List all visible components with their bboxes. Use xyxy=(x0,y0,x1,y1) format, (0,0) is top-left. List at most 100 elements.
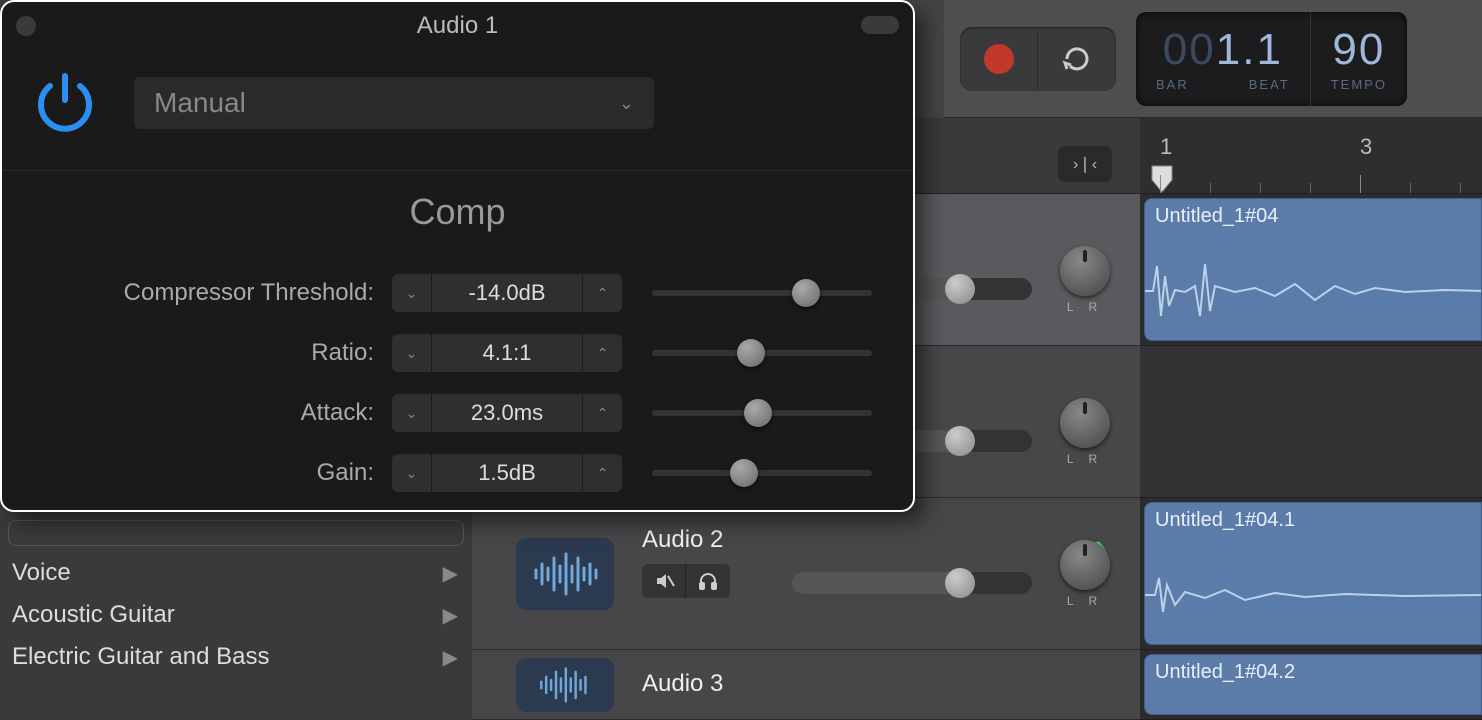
power-icon xyxy=(30,68,100,138)
library-item-acoustic-guitar[interactable]: Acoustic Guitar ▶ xyxy=(0,594,472,636)
pan-label: L R xyxy=(1054,300,1116,314)
plugin-title: Audio 1 xyxy=(2,12,913,40)
arrange-area[interactable]: 1 3 Untitled_1#04 Untitled_1#04.1 xyxy=(1140,118,1482,720)
ruler-mark: 1 xyxy=(1160,134,1172,160)
param-slider[interactable] xyxy=(652,455,872,491)
mute-button[interactable] xyxy=(642,564,686,598)
lcd-tempo[interactable]: 90 TEMPO xyxy=(1310,12,1407,106)
param-value[interactable]: -14.0dB xyxy=(432,274,582,312)
transport-bar: 001.1 BAR BEAT 90 TEMPO xyxy=(944,0,1482,118)
cycle-button[interactable] xyxy=(1038,27,1116,91)
plugin-toolbar: Manual ⌄ xyxy=(2,46,913,171)
pan-knob[interactable]: L R xyxy=(1054,398,1116,476)
chevron-down-icon: ⌄ xyxy=(406,285,418,302)
preset-label: Manual xyxy=(154,87,246,119)
plugin-power-button[interactable] xyxy=(26,64,104,142)
param-stepper[interactable]: ⌄ 23.0ms ⌃ xyxy=(392,394,622,432)
library-item-voice[interactable]: Voice ▶ xyxy=(0,552,472,594)
track-row-audio3[interactable]: Audio 3 xyxy=(472,650,1140,720)
preset-dropdown[interactable]: Manual ⌄ xyxy=(134,77,654,129)
stepper-up-button[interactable]: ⌃ xyxy=(582,334,622,372)
param-value[interactable]: 1.5dB xyxy=(432,454,582,492)
stepper-down-button[interactable]: ⌄ xyxy=(392,334,432,372)
mute-icon xyxy=(653,570,675,592)
chevron-down-icon: ⌄ xyxy=(406,345,418,362)
window-size-toggle[interactable] xyxy=(861,16,899,34)
waveform-icon xyxy=(535,667,595,703)
stepper-up-button[interactable]: ⌃ xyxy=(582,454,622,492)
plugin-titlebar[interactable]: Audio 1 xyxy=(2,2,913,46)
param-value[interactable]: 4.1:1 xyxy=(432,334,582,372)
chevron-right-icon: ▶ xyxy=(443,645,458,670)
track-name-label: Audio 2 xyxy=(642,526,723,554)
playhead-icon[interactable] xyxy=(1150,164,1174,194)
library-item-label: Voice xyxy=(12,559,71,587)
lcd-bar[interactable]: 001.1 BAR BEAT xyxy=(1136,12,1310,106)
audio-region[interactable]: Untitled_1#04.1 xyxy=(1144,502,1482,645)
waveform-icon xyxy=(530,552,600,596)
library-search-box[interactable] xyxy=(8,520,464,546)
chevron-down-icon: ⌄ xyxy=(406,405,418,422)
timeline-ruler[interactable]: 1 3 xyxy=(1140,118,1482,194)
audio-region[interactable]: Untitled_1#04 xyxy=(1144,198,1482,341)
chevron-up-icon: ⌃ xyxy=(597,285,609,302)
param-label: Gain: xyxy=(32,459,392,487)
region-waveform-icon xyxy=(1145,256,1482,326)
chevron-right-icon: ▶ xyxy=(443,603,458,628)
cycle-icon xyxy=(1059,41,1095,77)
region-lane[interactable] xyxy=(1140,346,1482,498)
volume-slider[interactable] xyxy=(792,572,1032,594)
chevron-up-icon: ⌃ xyxy=(597,405,609,422)
chevron-down-icon: ⌄ xyxy=(406,465,418,482)
audio-region[interactable]: Untitled_1#04.2 xyxy=(1144,654,1482,715)
lcd-bar-label: BAR xyxy=(1156,77,1189,92)
stepper-down-button[interactable]: ⌄ xyxy=(392,274,432,312)
plugin-window[interactable]: Audio 1 Manual ⌄ Comp Compressor Thresho… xyxy=(0,0,915,512)
track-icon[interactable] xyxy=(516,658,614,712)
param-row: Compressor Threshold:⌄-14.0dB⌃ xyxy=(32,263,883,323)
param-row: Gain: ⌄ 1.5dB⌃ xyxy=(32,443,883,503)
param-slider[interactable] xyxy=(652,335,872,371)
solo-button[interactable] xyxy=(686,564,730,598)
pan-label: L R xyxy=(1054,452,1116,466)
track-row-audio2[interactable]: Audio 2 L R xyxy=(472,498,1140,650)
region-title: Untitled_1#04.1 xyxy=(1155,509,1295,532)
record-icon xyxy=(984,44,1014,74)
param-row: Attack:⌄23.0ms⌃ xyxy=(32,383,883,443)
lcd-tempo-label: TEMPO xyxy=(1331,77,1387,92)
stepper-up-button[interactable]: ⌃ xyxy=(582,274,622,312)
chevron-up-icon: ⌃ xyxy=(597,345,609,362)
ruler-mark: 3 xyxy=(1360,134,1372,160)
lcd-display: 001.1 BAR BEAT 90 TEMPO xyxy=(1136,12,1407,106)
stepper-down-button[interactable]: ⌄ xyxy=(392,454,432,492)
param-slider[interactable] xyxy=(652,275,872,311)
region-lane[interactable]: Untitled_1#04 xyxy=(1140,194,1482,346)
pan-knob[interactable]: L R xyxy=(1054,540,1116,618)
lcd-bar-dim: 00 xyxy=(1163,25,1216,74)
region-lane[interactable]: Untitled_1#04.2 xyxy=(1140,650,1482,720)
library-panel: Voice ▶ Acoustic Guitar ▶ Electric Guita… xyxy=(0,520,472,720)
track-button-group xyxy=(642,564,730,598)
library-item-label: Electric Guitar and Bass xyxy=(12,643,269,671)
region-waveform-icon xyxy=(1145,560,1482,630)
param-label: Ratio: xyxy=(32,339,392,367)
lcd-tempo-value: 90 xyxy=(1332,25,1385,75)
region-lane[interactable]: Untitled_1#04.1 xyxy=(1140,498,1482,650)
lcd-beat-label: BEAT xyxy=(1249,77,1290,92)
plugin-body: Comp Compressor Threshold:⌄-14.0dB⌃Ratio… xyxy=(2,171,913,503)
lcd-bar-value: 1 xyxy=(1216,25,1242,74)
lcd-beat-value: 1 xyxy=(1256,25,1282,74)
catch-playhead-button[interactable]: ›❘‹ xyxy=(1058,146,1112,182)
param-slider[interactable] xyxy=(652,395,872,431)
track-icon[interactable] xyxy=(516,538,614,610)
param-stepper[interactable]: ⌄ -14.0dB ⌃ xyxy=(392,274,622,312)
param-stepper[interactable]: ⌄ 1.5dB⌃ xyxy=(392,454,622,492)
record-button[interactable] xyxy=(960,27,1038,91)
param-value[interactable]: 23.0ms xyxy=(432,394,582,432)
stepper-down-button[interactable]: ⌄ xyxy=(392,394,432,432)
param-stepper[interactable]: ⌄ 4.1:1 ⌃ xyxy=(392,334,622,372)
plugin-section-title: Comp xyxy=(32,191,883,233)
pan-knob[interactable]: L R xyxy=(1054,246,1116,324)
stepper-up-button[interactable]: ⌃ xyxy=(582,394,622,432)
library-item-electric-guitar-bass[interactable]: Electric Guitar and Bass ▶ xyxy=(0,636,472,678)
